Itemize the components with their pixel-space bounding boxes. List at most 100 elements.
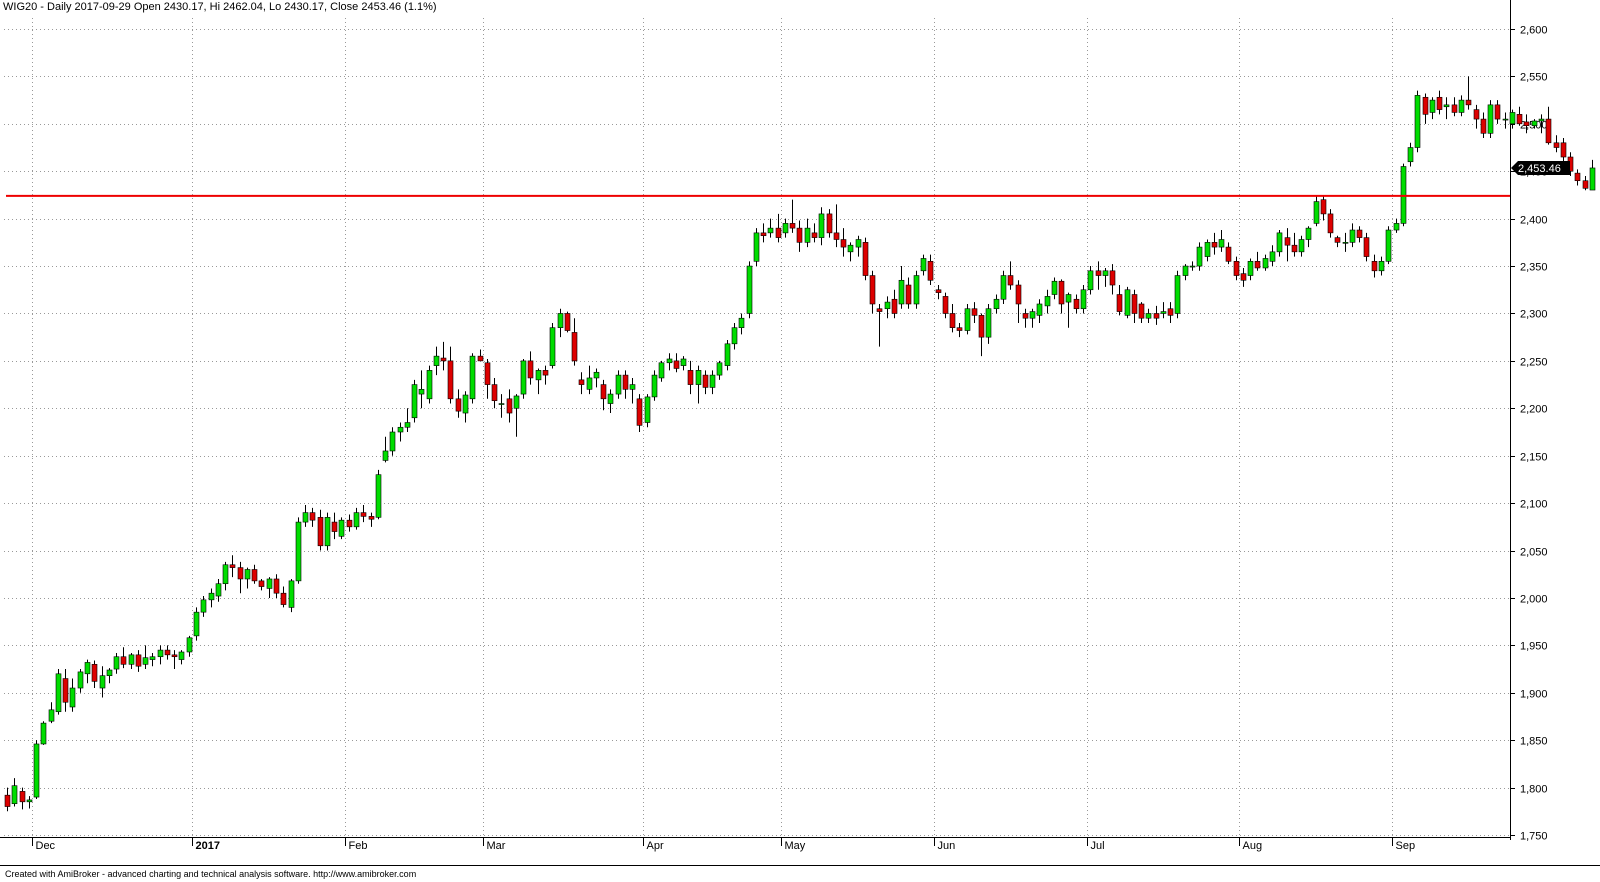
- candle-body-up: [716, 362, 723, 376]
- candle-body-up: [106, 669, 113, 676]
- candle-body-up: [746, 265, 753, 314]
- candle-body-down: [760, 232, 767, 237]
- candle: [607, 389, 614, 414]
- candle: [622, 370, 629, 399]
- candle: [1029, 308, 1036, 328]
- candle-body-down: [527, 360, 534, 379]
- candle-body-down: [935, 289, 942, 293]
- candle-body-down: [571, 332, 578, 362]
- candle: [69, 678, 76, 712]
- candle-body-up: [48, 709, 55, 722]
- candle-body-up: [1502, 118, 1509, 121]
- candle-body-down: [368, 516, 375, 520]
- candle: [309, 507, 316, 527]
- candle: [578, 372, 585, 395]
- candle-body-up: [469, 355, 476, 400]
- candle-body-up: [200, 599, 207, 613]
- candle: [1080, 285, 1087, 314]
- candle: [1160, 302, 1167, 319]
- candle-body-down: [1371, 261, 1378, 272]
- candle-body-up: [222, 564, 229, 585]
- candle-body-up: [1065, 294, 1072, 303]
- candle-body-down: [833, 232, 840, 240]
- candle: [302, 505, 309, 527]
- candle-body-down: [1007, 275, 1014, 286]
- candle-body-up: [615, 374, 622, 395]
- candle: [208, 588, 215, 608]
- y-tick-label: 2,150: [1520, 452, 1548, 464]
- candle-body-down: [789, 223, 796, 229]
- candle-body-up: [382, 450, 389, 461]
- candle: [164, 645, 171, 660]
- candle: [913, 270, 920, 309]
- candle: [193, 607, 200, 641]
- candle-body-up: [288, 580, 295, 608]
- candle: [949, 303, 956, 333]
- y-tick-label: 2,000: [1520, 594, 1548, 606]
- candle: [1545, 106, 1552, 145]
- candle-body-up: [1145, 313, 1152, 319]
- candle: [1022, 308, 1029, 328]
- candle: [26, 796, 33, 809]
- candle: [644, 394, 651, 428]
- candle-body-up: [782, 223, 789, 234]
- candle-body-up: [404, 422, 411, 428]
- candle-body-up: [1305, 227, 1312, 240]
- candle: [782, 218, 789, 238]
- candle: [19, 787, 26, 810]
- candle: [702, 370, 709, 395]
- candle-body-down: [258, 580, 265, 587]
- candle-body-up: [113, 656, 120, 670]
- candle: [1342, 232, 1349, 252]
- candle-body-down: [1473, 109, 1480, 120]
- candle: [498, 394, 505, 418]
- candle: [1233, 256, 1240, 281]
- candle-body-up: [709, 374, 716, 388]
- candle: [48, 702, 55, 724]
- candle: [1204, 239, 1211, 262]
- candle: [1153, 305, 1160, 325]
- candle-body-up: [1269, 251, 1276, 262]
- candle: [520, 358, 527, 399]
- candle-body-down: [309, 512, 316, 521]
- candle-body-down: [891, 298, 898, 314]
- candle-body-up: [651, 374, 658, 398]
- candle: [506, 389, 513, 423]
- candle: [1189, 261, 1196, 271]
- candle: [244, 567, 251, 589]
- candle-body-up: [1182, 265, 1189, 276]
- candle: [1247, 258, 1254, 281]
- candle-body-up: [1160, 311, 1167, 314]
- candle: [1000, 270, 1007, 304]
- candle-body-up: [1407, 147, 1414, 163]
- candle-body-down: [876, 308, 883, 312]
- candle-body-up: [855, 239, 862, 248]
- candle-body-down: [1291, 244, 1298, 253]
- candle-body-down: [811, 232, 818, 238]
- candle: [789, 199, 796, 233]
- candle: [120, 647, 127, 669]
- y-tick-label: 2,300: [1520, 309, 1548, 321]
- candle-body-down: [869, 275, 876, 305]
- overlays: 2,453.46: [6, 160, 1570, 197]
- candle: [317, 509, 324, 551]
- candle-body-down: [840, 239, 847, 248]
- candle: [55, 669, 62, 715]
- candle: [855, 235, 862, 257]
- candle: [1589, 159, 1596, 191]
- candle: [1167, 302, 1174, 323]
- candle-body-down: [229, 564, 236, 568]
- candle: [1356, 226, 1363, 243]
- x-tick-label: Apr: [647, 840, 664, 852]
- candle: [477, 349, 484, 362]
- candle: [469, 353, 476, 404]
- candle: [186, 635, 193, 657]
- candle-body-up: [1247, 261, 1254, 276]
- candle: [527, 351, 534, 385]
- candle: [1334, 235, 1341, 248]
- candle: [629, 377, 636, 404]
- candle-body-down: [331, 521, 338, 532]
- gridlines: [4, 18, 1510, 837]
- candle-body-up: [1044, 296, 1051, 307]
- candle: [1349, 223, 1356, 248]
